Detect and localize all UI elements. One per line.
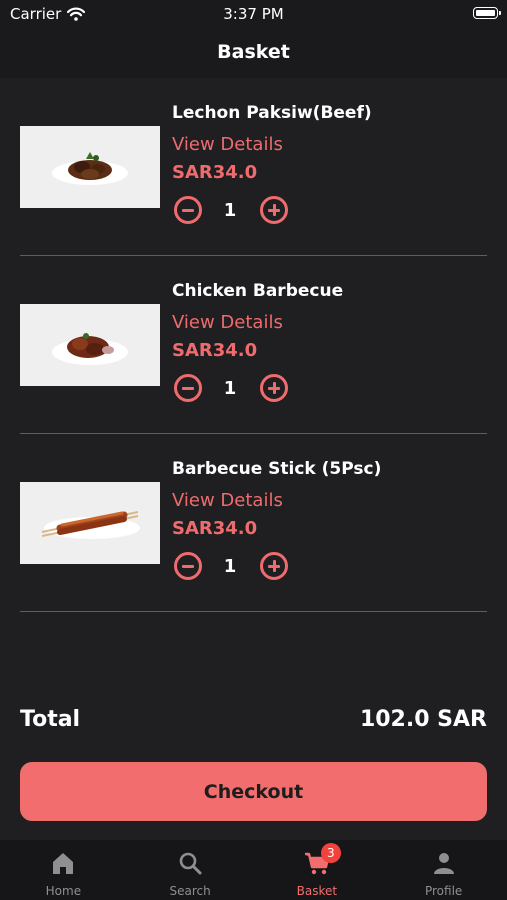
item-info: Chicken Barbecue View Details SAR34.0 1 [172, 278, 487, 406]
search-icon [179, 852, 202, 875]
tab-label: Basket [296, 884, 338, 898]
quantity-value: 1 [223, 555, 237, 577]
cart-icon-wrap: 3 [304, 843, 341, 876]
item-name: Barbecue Stick (5Psc) [172, 459, 382, 479]
tab-basket[interactable]: 3 Basket [254, 840, 381, 900]
minus-icon [182, 564, 194, 568]
tab-profile[interactable]: Profile [380, 840, 507, 900]
view-details-link[interactable]: View Details [172, 486, 487, 516]
quantity-stepper: 1 [172, 548, 487, 584]
tab-label: Profile [424, 884, 463, 898]
total-label: Total [20, 706, 81, 732]
product-image[interactable] [20, 126, 160, 208]
item-info: Lechon Paksiw(Beef) View Details SAR34.0… [172, 100, 487, 228]
decrease-button[interactable] [174, 196, 202, 224]
nav-bar: Basket [0, 28, 507, 78]
person-icon [433, 853, 454, 874]
basket-list: Lechon Paksiw(Beef) View Details SAR34.0… [20, 78, 487, 612]
basket-item: Barbecue Stick (5Psc) View Details SAR34… [20, 434, 487, 612]
home-icon [53, 853, 74, 874]
item-price: SAR34.0 [172, 518, 258, 539]
tab-search[interactable]: Search [127, 840, 254, 900]
quantity-value: 1 [223, 377, 237, 399]
decrease-button[interactable] [174, 374, 202, 402]
basket-item: Lechon Paksiw(Beef) View Details SAR34.0… [20, 78, 487, 256]
minus-icon [182, 386, 194, 390]
total-value: 102.0 SAR [359, 706, 487, 732]
quantity-value: 1 [223, 199, 237, 221]
status-bar: Carrier 3:37 PM [0, 0, 507, 28]
view-details-link[interactable]: View Details [172, 308, 487, 338]
decrease-button[interactable] [174, 552, 202, 580]
battery-icon [473, 7, 501, 19]
quantity-stepper: 1 [172, 192, 487, 228]
tab-label: Search [169, 884, 211, 898]
basket-item: Chicken Barbecue View Details SAR34.0 1 [20, 256, 487, 434]
increase-button[interactable] [260, 196, 288, 224]
page-title: Basket [217, 41, 290, 63]
increase-button[interactable] [260, 552, 288, 580]
item-price: SAR34.0 [172, 162, 258, 183]
minus-icon [182, 208, 194, 212]
view-details-link[interactable]: View Details [172, 130, 487, 160]
product-image[interactable] [20, 482, 160, 564]
status-time: 3:37 PM [223, 5, 284, 23]
item-price: SAR34.0 [172, 340, 258, 361]
item-name: Lechon Paksiw(Beef) [172, 103, 372, 123]
increase-button[interactable] [260, 374, 288, 402]
quantity-stepper: 1 [172, 370, 487, 406]
total-row: Total 102.0 SAR [20, 700, 487, 738]
product-image[interactable] [20, 304, 160, 386]
checkout-button[interactable]: Checkout [20, 762, 487, 821]
cart-badge: 3 [320, 843, 341, 863]
item-name: Chicken Barbecue [172, 281, 344, 301]
tab-bar: Home Search 3 Basket Profile [0, 840, 507, 900]
item-info: Barbecue Stick (5Psc) View Details SAR34… [172, 456, 487, 584]
tab-label: Home [45, 884, 82, 898]
tab-home[interactable]: Home [0, 840, 127, 900]
